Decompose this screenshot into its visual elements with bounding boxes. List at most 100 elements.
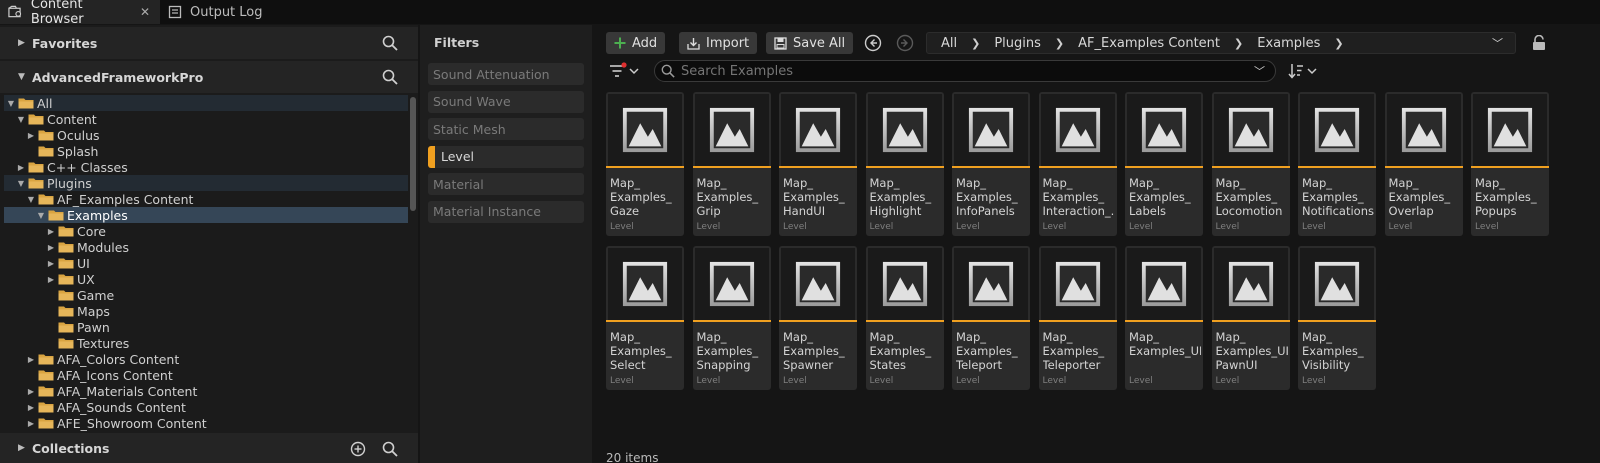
asset-tile[interactable]: Map_ Examples_ Highlight Level xyxy=(865,92,944,236)
chevron-right-icon[interactable]: ❯ xyxy=(1334,37,1343,50)
asset-type: Level xyxy=(1388,222,1413,232)
chevron-right-icon[interactable]: ▶ xyxy=(26,355,36,364)
asset-tile[interactable]: Map_ Examples_ Spawner Level xyxy=(779,245,857,390)
tree-item[interactable]: ▼ AF_Examples Content xyxy=(4,191,408,207)
chevron-down-icon[interactable]: ▼ xyxy=(6,99,16,108)
asset-tile[interactable]: Map_ Examples_ Interaction_... Level xyxy=(1038,92,1117,236)
tree-item[interactable]: ▶ Oculus xyxy=(4,127,408,143)
asset-tile[interactable]: Map_ Examples_UI_ PawnUI Level xyxy=(1211,245,1290,390)
asset-tile[interactable]: Map_ Examples_ Overlap Level xyxy=(1384,92,1463,236)
close-icon[interactable]: ✕ xyxy=(140,5,150,19)
filter-item[interactable]: Static Mesh xyxy=(428,118,584,140)
tree-item[interactable]: Maps xyxy=(4,303,408,319)
filter-item[interactable]: Level xyxy=(428,145,584,168)
tree-item[interactable]: ▶ AFA_Colors Content xyxy=(4,351,408,367)
search-icon[interactable] xyxy=(382,441,398,457)
filter-icon[interactable] xyxy=(608,62,642,80)
back-arrow-icon[interactable] xyxy=(864,34,882,52)
chevron-down-icon[interactable]: ▼ xyxy=(36,211,46,220)
tab-content-browser[interactable]: Content Browser ✕ xyxy=(0,0,160,27)
asset-tile[interactable]: Map_ Examples_ Gaze Level xyxy=(606,92,684,236)
filter-item[interactable]: Material xyxy=(428,173,584,195)
collections-header[interactable]: ▶ Collections xyxy=(0,433,418,463)
level-thumbnail-icon xyxy=(867,94,942,166)
tree-item[interactable]: Game xyxy=(4,287,408,303)
tree-item-label: UX xyxy=(77,271,95,287)
chevron-right-icon[interactable]: ▶ xyxy=(16,163,26,172)
asset-tile[interactable]: Map_ Examples_ Snapping Level xyxy=(692,245,771,390)
tree-item[interactable]: ▼ All xyxy=(4,95,408,111)
folder-tree: ▼ All ▼ Content ▶ Oculus Splash ▶ C++ Classes ▼ Pl… xyxy=(4,95,408,433)
tree-item[interactable]: ▼ Examples xyxy=(4,207,408,223)
chevron-down-icon[interactable]: ▼ xyxy=(26,195,36,204)
chevron-right-icon[interactable]: ▶ xyxy=(26,131,36,140)
filter-item[interactable]: Sound Attenuation xyxy=(428,63,584,85)
filter-item[interactable]: Sound Wave xyxy=(428,90,584,113)
tree-item[interactable]: ▶ Core xyxy=(4,223,408,239)
chevron-right-icon[interactable]: ▶ xyxy=(46,259,56,268)
chevron-right-icon[interactable]: ❯ xyxy=(971,37,980,50)
tree-item[interactable]: Textures xyxy=(4,335,408,351)
tree-item[interactable]: ▶ Modules xyxy=(4,239,408,255)
breadcrumb-item[interactable]: AF_Examples Content xyxy=(1078,36,1220,51)
chevron-right-icon[interactable]: ▶ xyxy=(46,227,56,236)
import-button[interactable]: Import xyxy=(679,32,758,54)
chevron-down-icon[interactable]: ﹀ xyxy=(1492,35,1503,51)
breadcrumb-item[interactable]: All xyxy=(941,36,957,51)
asset-tile[interactable]: Map_ Examples_ States Level xyxy=(865,245,944,390)
asset-tile[interactable]: Map_ Examples_ Locomotion Level xyxy=(1211,92,1290,236)
search-input[interactable] xyxy=(681,63,1241,79)
tree-item[interactable]: ▼ Plugins xyxy=(4,175,408,191)
tab-output-log[interactable]: Output Log xyxy=(160,0,273,24)
tree-item[interactable]: AFA_Icons Content xyxy=(4,367,408,383)
search-box[interactable]: ﹀ xyxy=(654,60,1276,82)
chevron-right-icon[interactable]: ▶ xyxy=(26,403,36,412)
tree-item-label: Content xyxy=(47,111,97,127)
chevron-down-icon[interactable]: ▼ xyxy=(16,115,26,124)
forward-arrow-icon[interactable] xyxy=(896,34,914,52)
asset-tile[interactable]: Map_ Examples_ Select Level xyxy=(606,245,684,390)
chevron-down-icon[interactable]: ﹀ xyxy=(1254,63,1265,79)
tree-item[interactable]: ▶ C++ Classes xyxy=(4,159,408,175)
tree-item[interactable]: ▶ UI xyxy=(4,255,408,271)
breadcrumb-item[interactable]: Plugins xyxy=(994,36,1041,51)
breadcrumb-item[interactable]: Examples xyxy=(1257,36,1320,51)
sort-icon[interactable] xyxy=(1288,62,1320,80)
tree-item-label: Splash xyxy=(57,143,99,159)
lock-icon[interactable] xyxy=(1532,35,1546,51)
add-button[interactable]: Add xyxy=(606,32,666,54)
filter-item[interactable]: Material Instance xyxy=(428,200,584,223)
asset-tile[interactable]: Map_ Examples_ Teleport Level xyxy=(952,245,1030,390)
tree-item[interactable]: Pawn xyxy=(4,319,408,335)
chevron-right-icon[interactable]: ▶ xyxy=(46,275,56,284)
chevron-down-icon[interactable]: ▼ xyxy=(16,179,26,188)
asset-tile[interactable]: Map_ Examples_ Popups Level xyxy=(1471,92,1549,236)
chevron-right-icon[interactable]: ❯ xyxy=(1055,37,1064,50)
tree-item[interactable]: ▶ UX xyxy=(4,271,408,287)
tree-item[interactable]: ▶ AFA_Materials Content xyxy=(4,383,408,399)
chevron-right-icon[interactable]: ▶ xyxy=(26,387,36,396)
search-icon[interactable] xyxy=(382,69,398,85)
chevron-right-icon[interactable]: ▶ xyxy=(46,243,56,252)
project-header[interactable]: ▼ AdvancedFrameworkPro xyxy=(0,61,418,93)
favorites-header[interactable]: ▶ Favorites xyxy=(0,27,418,59)
save-all-button[interactable]: Save All xyxy=(766,32,854,54)
tree-item[interactable]: ▶ AFA_Sounds Content xyxy=(4,399,408,415)
tree-item-label: UI xyxy=(77,255,90,271)
asset-tile[interactable]: Map_ Examples_ Labels Level xyxy=(1125,92,1203,236)
search-icon[interactable] xyxy=(382,35,398,51)
asset-tile[interactable]: Map_ Examples_ Grip Level xyxy=(692,92,771,236)
asset-tile[interactable]: Map_ Examples_ HandUI Level xyxy=(779,92,857,236)
asset-tile[interactable]: Map_ Examples_ Visibility Level xyxy=(1298,245,1376,390)
chevron-right-icon[interactable]: ❯ xyxy=(1234,37,1243,50)
asset-tile[interactable]: Map_ Examples_ Teleporter Level xyxy=(1038,245,1117,390)
add-icon[interactable] xyxy=(350,441,366,457)
tree-item[interactable]: Splash xyxy=(4,143,408,159)
asset-tile[interactable]: Map_ Examples_UI Level xyxy=(1125,245,1203,390)
asset-tile[interactable]: Map_ Examples_ InfoPanels Level xyxy=(952,92,1030,236)
asset-tile[interactable]: Map_ Examples_ Notifications Level xyxy=(1298,92,1376,236)
chevron-right-icon[interactable]: ▶ xyxy=(26,419,36,428)
tree-item[interactable]: ▶ AFE_Showroom Content xyxy=(4,415,408,431)
scrollbar[interactable] xyxy=(410,97,416,211)
tree-item[interactable]: ▼ Content xyxy=(4,111,408,127)
